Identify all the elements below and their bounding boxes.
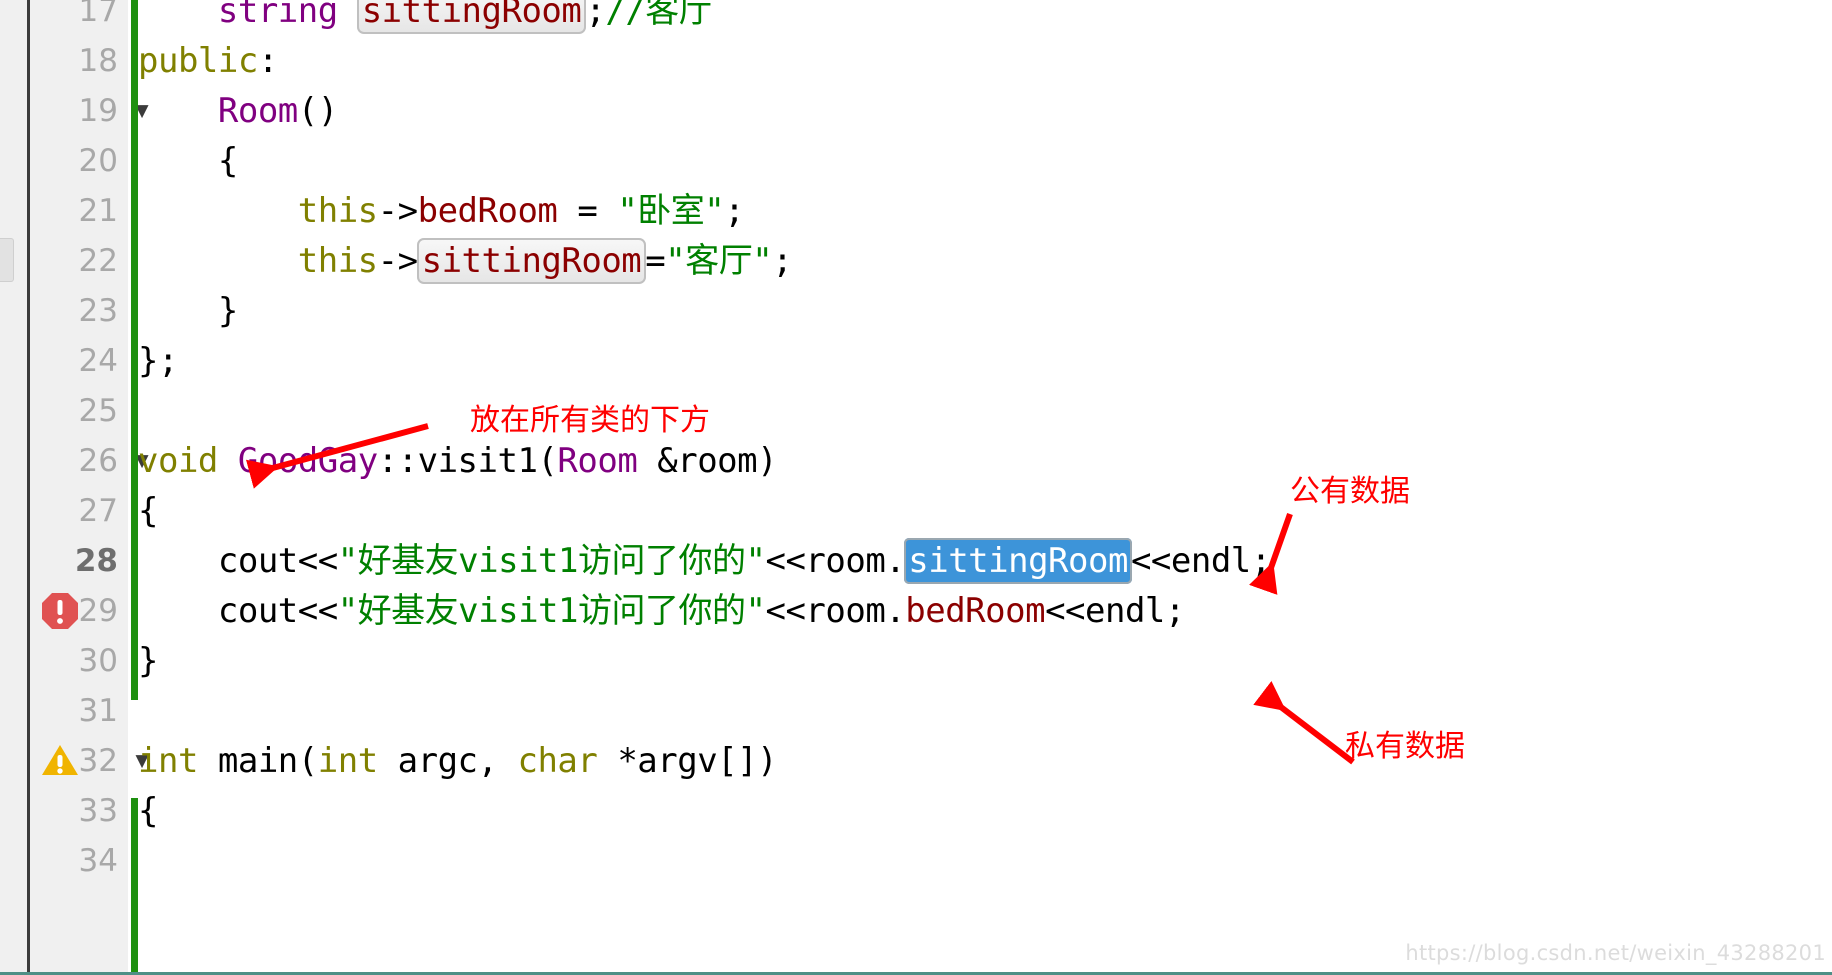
code-token: =	[645, 241, 666, 281]
code-token: {	[138, 141, 238, 181]
line-number-24: 24	[78, 343, 118, 379]
code-line-23[interactable]: }	[138, 286, 238, 336]
code-content[interactable]: string sittingRoom ;//客厅 public: Room() { …	[138, 0, 1832, 975]
line-number-34: 34	[78, 843, 118, 879]
code-token: string	[217, 0, 338, 31]
code-token: ->	[377, 241, 418, 281]
vcs-change-bar-top	[131, 0, 138, 700]
code-line-24[interactable]: };	[138, 336, 178, 386]
code-line-19[interactable]: Room()	[138, 86, 338, 136]
line-number-17: 17	[78, 0, 118, 29]
line-number-30: 30	[78, 643, 118, 679]
line-number-22: 22	[78, 243, 118, 279]
line-number-25: 25	[78, 393, 118, 429]
sidebar-collapsed-tab[interactable]	[0, 238, 14, 282]
code-token: {	[138, 791, 158, 831]
code-token: main(	[197, 741, 318, 781]
code-token: {	[138, 491, 158, 531]
code-token: "客厅"	[665, 241, 773, 281]
occurrence-highlight-token[interactable]: sittingRoom	[356, 0, 587, 34]
code-token: public	[138, 41, 258, 81]
error-marker-icon[interactable]	[40, 591, 80, 631]
code-token: Room	[557, 441, 638, 481]
code-line-21[interactable]: this->bedRoom = "卧室";	[138, 186, 745, 236]
line-number-33: 33	[78, 793, 118, 829]
code-token: "好基友visit1访问了你的"	[337, 541, 766, 581]
line-number-27: 27	[78, 493, 118, 529]
annotation-arrow-private-data	[1253, 680, 1355, 765]
code-token: :	[257, 41, 278, 81]
code-token: "好基友visit1访问了你的"	[337, 591, 766, 631]
watermark: https://blog.csdn.net/weixin_43288201	[1405, 941, 1826, 965]
code-line-22[interactable]: this-> sittingRoom ="客厅";	[138, 236, 793, 286]
code-token: <<room.	[765, 591, 906, 631]
code-line-20[interactable]: {	[138, 136, 238, 186]
code-token: this	[297, 241, 378, 281]
line-number-20: 20	[78, 143, 118, 179]
code-token: }	[138, 641, 158, 681]
code-token: Room	[217, 91, 298, 131]
annotation-label-below-classes: 放在所有类的下方	[470, 403, 710, 438]
code-token: cout<<	[138, 591, 338, 631]
code-token: *argv[])	[597, 741, 778, 781]
code-line-33[interactable]: {	[138, 786, 158, 836]
annotation-arrow-public-data	[1249, 513, 1293, 595]
code-token: &room)	[637, 441, 778, 481]
code-editor[interactable]: 17 18 19 ▼ 20 21 22 23 24 25 26 ▼ 27 28 29 30 31 32 ▼ 33 34 …	[0, 0, 1832, 975]
annotation-label-public-data: 公有数据	[1290, 474, 1410, 509]
line-number-23: 23	[78, 293, 118, 329]
code-token: ;	[772, 241, 793, 281]
code-token: ;	[724, 191, 745, 231]
line-number-19: 19	[78, 93, 118, 129]
code-line-17[interactable]: string sittingRoom ;//客厅	[138, 0, 713, 36]
code-token: this	[297, 191, 378, 231]
code-line-26[interactable]: void GoodGay::visit1(Room &room)	[138, 436, 778, 486]
code-token: int	[138, 741, 198, 781]
code-token: <<room.	[765, 541, 906, 581]
line-number-26: 26	[78, 443, 118, 479]
code-line-27[interactable]: {	[138, 486, 158, 536]
code-token: ()	[297, 91, 338, 131]
code-token: bedRoom	[417, 191, 558, 231]
annotation-arrow-below-classes	[245, 423, 429, 489]
code-token: =	[557, 191, 618, 231]
code-token: char	[517, 741, 598, 781]
code-token: bedRoom	[905, 591, 1046, 631]
line-number-21: 21	[78, 193, 118, 229]
code-token: ->	[377, 191, 418, 231]
code-token: cout<<	[138, 541, 338, 581]
code-line-32[interactable]: int main(int argc, char *argv[])	[138, 736, 778, 786]
selected-token[interactable]: sittingRoom	[904, 538, 1132, 584]
code-line-28[interactable]: cout<<"好基友visit1访问了你的"<<room.sittingRoom…	[138, 536, 1271, 586]
code-line-30[interactable]: }	[138, 636, 158, 686]
vcs-change-bar-bottom	[131, 798, 138, 975]
code-token: <<endl;	[1045, 591, 1185, 631]
code-token: };	[138, 341, 178, 381]
code-token: int	[317, 741, 378, 781]
line-number-31: 31	[78, 693, 118, 729]
code-token: argc,	[377, 741, 518, 781]
code-token: }	[138, 291, 238, 331]
code-line-29[interactable]: cout<<"好基友visit1访问了你的"<<room.bedRoom<<en…	[138, 586, 1185, 636]
code-token: "卧室"	[617, 191, 725, 231]
code-token: ;	[585, 0, 606, 31]
occurrence-highlight-token[interactable]: sittingRoom	[416, 238, 647, 284]
code-token: //客厅	[605, 0, 713, 31]
warning-marker-icon[interactable]	[40, 741, 80, 781]
line-number-18: 18	[78, 43, 118, 79]
code-token: void	[138, 441, 218, 481]
line-number-28: 28	[74, 543, 118, 579]
code-line-18[interactable]: public:	[138, 36, 278, 86]
